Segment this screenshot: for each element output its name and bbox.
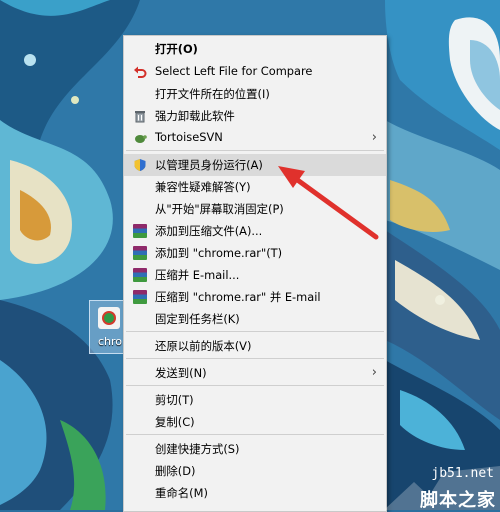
menu-item-compress-email[interactable]: 压缩并 E-mail... [124, 264, 386, 286]
watermark-site: jb51.net [431, 466, 494, 481]
menu-item-label: 创建快捷方式(S) [155, 442, 240, 456]
menu-item-label: TortoiseSVN [155, 130, 223, 144]
tortoise-icon [135, 135, 147, 143]
menu-item-create-shortcut[interactable]: 创建快捷方式(S) [124, 438, 386, 460]
menu-item-run-as-admin[interactable]: 以管理员身份运行(A) [124, 154, 386, 176]
uac-shield-icon [134, 159, 146, 171]
desktop-icon-label: chro [98, 335, 123, 348]
menu-separator [126, 434, 384, 435]
menu-item-label: 添加到压缩文件(A)... [155, 224, 263, 238]
menu-item-label: 以管理员身份运行(A) [155, 158, 263, 172]
menu-item-label: 打开(O) [155, 42, 198, 56]
menu-item-label: 压缩并 E-mail... [155, 268, 240, 282]
menu-separator [126, 385, 384, 386]
trash-icon [135, 111, 145, 123]
menu-item-copy[interactable]: 复制(C) [124, 411, 386, 433]
winrar-icon [133, 246, 147, 260]
menu-item-tortoisesvn[interactable]: TortoiseSVN › [124, 127, 386, 149]
menu-item-label: 删除(D) [155, 464, 196, 478]
menu-item-label: 复制(C) [155, 415, 195, 429]
menu-item-select-left-compare[interactable]: Select Left File for Compare [124, 61, 386, 83]
menu-item-label: 添加到 "chrome.rar"(T) [155, 246, 283, 260]
menu-item-unpin-start[interactable]: 从"开始"屏幕取消固定(P) [124, 198, 386, 220]
menu-item-force-uninstall[interactable]: 强力卸载此软件 [124, 105, 386, 127]
menu-separator [126, 150, 384, 151]
menu-item-compat-troubleshoot[interactable]: 兼容性疑难解答(Y) [124, 176, 386, 198]
menu-item-open-file-location[interactable]: 打开文件所在的位置(I) [124, 83, 386, 105]
menu-item-delete[interactable]: 删除(D) [124, 460, 386, 482]
menu-item-restore-versions[interactable]: 还原以前的版本(V) [124, 335, 386, 357]
chevron-right-icon: › [371, 365, 377, 380]
menu-item-label: 还原以前的版本(V) [155, 339, 252, 353]
menu-item-add-to-archive[interactable]: 添加到压缩文件(A)... [124, 220, 386, 242]
chevron-right-icon: › [371, 130, 377, 145]
watermark-name: 脚本之家 [420, 490, 496, 511]
context-menu: 打开(O) Select Left File for Compare 打开文件所… [123, 35, 387, 512]
undo-arrow-icon [134, 66, 147, 78]
winrar-icon [133, 290, 147, 304]
menu-item-pin-taskbar[interactable]: 固定到任务栏(K) [124, 308, 386, 330]
winrar-icon [133, 224, 147, 238]
menu-item-label: 重命名(M) [155, 486, 208, 500]
chrome-icon [98, 307, 120, 329]
menu-item-label: 打开文件所在的位置(I) [155, 87, 270, 101]
menu-item-label: 剪切(T) [155, 393, 194, 407]
menu-item-rename[interactable]: 重命名(M) [124, 482, 386, 504]
menu-item-add-to-chrome-rar[interactable]: 添加到 "chrome.rar"(T) [124, 242, 386, 264]
menu-item-send-to[interactable]: 发送到(N) › [124, 362, 386, 384]
menu-item-label: 兼容性疑难解答(Y) [155, 180, 251, 194]
menu-item-label: 发送到(N) [155, 366, 207, 380]
menu-item-label: 压缩到 "chrome.rar" 并 E-mail [155, 290, 321, 304]
winrar-icon [133, 268, 147, 282]
menu-item-cut[interactable]: 剪切(T) [124, 389, 386, 411]
menu-item-label: Select Left File for Compare [155, 64, 313, 78]
menu-separator [126, 331, 384, 332]
menu-separator [126, 358, 384, 359]
menu-item-open[interactable]: 打开(O) [124, 38, 386, 60]
menu-item-label: 强力卸载此软件 [155, 109, 235, 123]
watermark: jb51.net 脚本之家 [384, 462, 500, 511]
menu-item-label: 固定到任务栏(K) [155, 312, 240, 326]
menu-item-label: 从"开始"屏幕取消固定(P) [155, 202, 284, 216]
menu-item-compress-chrome-rar-email[interactable]: 压缩到 "chrome.rar" 并 E-mail [124, 286, 386, 308]
